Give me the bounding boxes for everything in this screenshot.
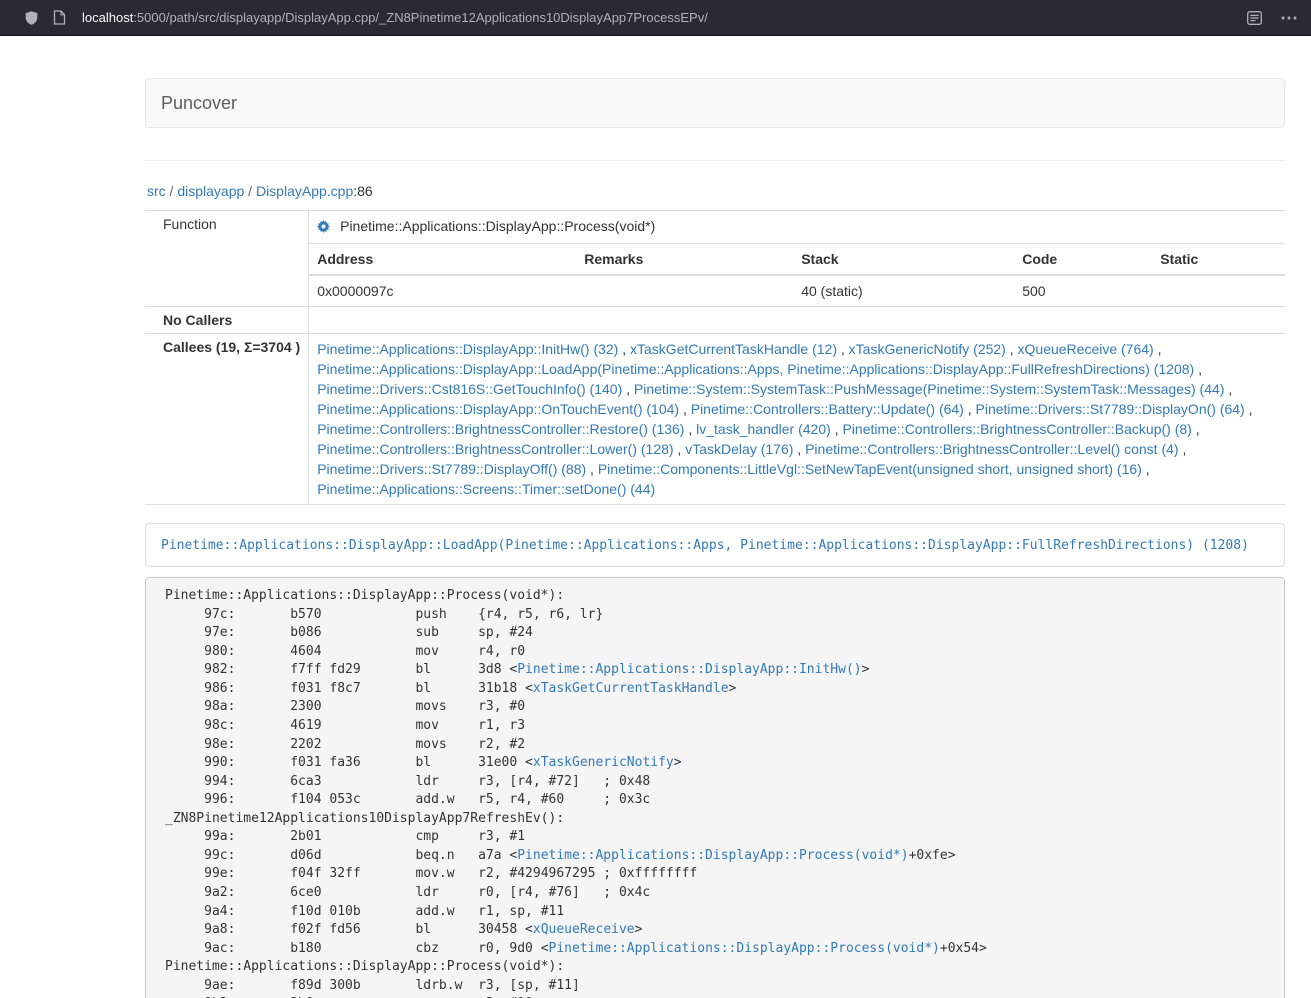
brand-link[interactable]: Puncover [146,93,252,114]
asm-line: 9ae: f89d 300b ldrb.w r3, [sp, #11] [165,977,1265,996]
callee-link[interactable]: Pinetime::Applications::DisplayApp::Load… [317,361,1194,377]
asm-line: 982: f7ff fd29 bl 3d8 <Pinetime::Applica… [165,661,1265,680]
callee-link[interactable]: Pinetime::Controllers::BrightnessControl… [842,421,1191,437]
asm-symbol-link[interactable]: xTaskGenericNotify [533,755,674,770]
breadcrumb-link[interactable]: src [147,183,166,199]
asm-line: 97e: b086 sub sp, #24 [165,624,1265,643]
callee-link[interactable]: Pinetime::Controllers::BrightnessControl… [317,421,684,437]
breadcrumb-separator: / [166,183,178,199]
callee-link[interactable]: Pinetime::Applications::DisplayApp::Init… [317,341,618,357]
callee-link[interactable]: Pinetime::Components::LittleVgl::SetNewT… [598,461,1142,477]
detail-value-row: 0x0000097c 40 (static) 500 [309,275,1285,306]
breadcrumb-link[interactable]: DisplayApp.cpp [256,183,353,199]
callees-label: Callees (19, Σ=3704 ) [145,334,309,505]
url-bar[interactable]: localhost:5000/path/src/displayapp/Displ… [82,10,1229,25]
asm-line: 99c: d06d beq.n a7a <Pinetime::Applicati… [165,847,1265,866]
page-info-icon[interactable] [53,10,66,25]
callee-link[interactable]: Pinetime::Drivers::St7789::DisplayOff() … [317,461,586,477]
asm-symbol-link[interactable]: xTaskGetCurrentTaskHandle [533,681,729,696]
assembly-code: Pinetime::Applications::DisplayApp::Proc… [145,577,1285,998]
col-remarks: Remarks [576,244,793,276]
symbol-panel-link[interactable]: Pinetime::Applications::DisplayApp::Load… [161,538,1249,553]
function-row: Function Pinetime::Applications::Display… [145,211,1285,307]
stack-value: 40 (static) [793,275,1014,306]
more-menu-icon[interactable]: ⋯ [1280,9,1299,27]
browser-chrome: localhost:5000/path/src/displayapp/Displ… [0,0,1311,36]
shield-icon[interactable] [24,10,39,26]
static-value [1152,275,1285,306]
callee-link[interactable]: Pinetime::Controllers::Battery::Update()… [691,401,964,417]
no-callers-label: No Callers [145,307,309,334]
asm-line: 986: f031 f8c7 bl 31b18 <xTaskGetCurrent… [165,680,1265,699]
callee-link[interactable]: xQueueReceive (764) [1018,341,1154,357]
symbol-name: Pinetime::Applications::DisplayApp::Proc… [340,218,655,234]
asm-line: 98c: 4619 mov r1, r3 [165,717,1265,736]
function-row-label: Function [145,211,309,307]
col-stack: Stack [793,244,1014,276]
callee-link[interactable]: Pinetime::Drivers::Cst816S::GetTouchInfo… [317,381,622,397]
asm-line: 990: f031 fa36 bl 31e00 <xTaskGenericNot… [165,754,1265,773]
asm-line: 97c: b570 push {r4, r5, r6, lr} [165,606,1265,625]
divider [145,160,1285,161]
url-path: :5000/path/src/displayapp/DisplayApp.cpp… [133,10,708,25]
symbol-panel: Pinetime::Applications::DisplayApp::Load… [145,523,1285,567]
breadcrumb-link[interactable]: displayapp [177,183,244,199]
col-static: Static [1152,244,1285,276]
asm-line: Pinetime::Applications::DisplayApp::Proc… [165,587,1265,606]
address-value: 0x0000097c [309,275,576,306]
asm-symbol-link[interactable]: Pinetime::Applications::DisplayApp::Proc… [549,941,940,956]
asm-line: 980: 4604 mov r4, r0 [165,643,1265,662]
callee-link[interactable]: lv_task_handler (420) [696,421,831,437]
breadcrumb: src / displayapp / DisplayApp.cpp:86 [147,181,1285,201]
symbol-table: Function Pinetime::Applications::Display… [145,210,1285,505]
gear-icon [317,218,330,238]
no-callers-content [309,307,1285,334]
asm-line: Pinetime::Applications::DisplayApp::Proc… [165,958,1265,977]
page-container: Puncover src / displayapp / DisplayApp.c… [145,78,1285,998]
asm-symbol-link[interactable]: xQueueReceive [533,922,635,937]
callee-link[interactable]: Pinetime::Applications::DisplayApp::OnTo… [317,401,679,417]
asm-line: 9a4: f10d 010b add.w r1, sp, #11 [165,903,1265,922]
callee-link[interactable]: xTaskGetCurrentTaskHandle (12) [630,341,837,357]
callees-cell: Pinetime::Applications::DisplayApp::Init… [309,334,1285,505]
asm-symbol-link[interactable]: Pinetime::Applications::DisplayApp::Proc… [517,848,908,863]
asm-line: 9ac: b180 cbz r0, 9d0 <Pinetime::Applica… [165,940,1265,959]
navbar: Puncover [145,78,1285,128]
asm-line: 98e: 2202 movs r2, #2 [165,736,1265,755]
detail-header-row: Address Remarks Stack Code Static [309,244,1285,276]
callee-link[interactable]: Pinetime::Controllers::BrightnessControl… [805,441,1178,457]
callee-link[interactable]: vTaskDelay (176) [685,441,793,457]
breadcrumb-separator: / [244,183,256,199]
no-callers-row: No Callers [145,307,1285,334]
code-value: 500 [1014,275,1152,306]
asm-line: _ZN8Pinetime12Applications10DisplayApp7R… [165,810,1265,829]
asm-line: 99e: f04f 32ff mov.w r2, #4294967295 ; 0… [165,865,1265,884]
asm-symbol-link[interactable]: Pinetime::Applications::DisplayApp::Init… [517,662,861,677]
asm-line: 994: 6ca3 ldr r3, [r4, #72] ; 0x48 [165,773,1265,792]
callees-row: Callees (19, Σ=3704 ) Pinetime::Applicat… [145,334,1285,505]
remarks-value [576,275,793,306]
reader-view-icon[interactable] [1247,11,1262,25]
callee-link[interactable]: xTaskGenericNotify (252) [849,341,1006,357]
asm-line: 98a: 2300 movs r3, #0 [165,698,1265,717]
asm-line: 99a: 2b01 cmp r3, #1 [165,828,1265,847]
asm-line: 9a8: f02f fd56 bl 30458 <xQueueReceive> [165,921,1265,940]
col-address: Address [309,244,576,276]
col-code: Code [1014,244,1152,276]
callee-link[interactable]: Pinetime::System::SystemTask::PushMessag… [634,381,1225,397]
callee-link[interactable]: Pinetime::Controllers::BrightnessControl… [317,441,673,457]
function-row-content: Pinetime::Applications::DisplayApp::Proc… [309,211,1285,307]
callee-link[interactable]: Pinetime::Drivers::St7789::DisplayOn() (… [976,401,1245,417]
callee-link[interactable]: Pinetime::Applications::Screens::Timer::… [317,481,655,497]
function-detail-table: Address Remarks Stack Code Static 0x0000… [309,243,1285,306]
breadcrumb-line-number: :86 [353,183,372,199]
asm-line: 996: f104 053c add.w r5, r4, #60 ; 0x3c [165,791,1265,810]
url-host: localhost [82,10,133,25]
asm-line: 9a2: 6ce0 ldr r0, [r4, #76] ; 0x4c [165,884,1265,903]
symbol-name-row: Pinetime::Applications::DisplayApp::Proc… [309,211,1285,243]
